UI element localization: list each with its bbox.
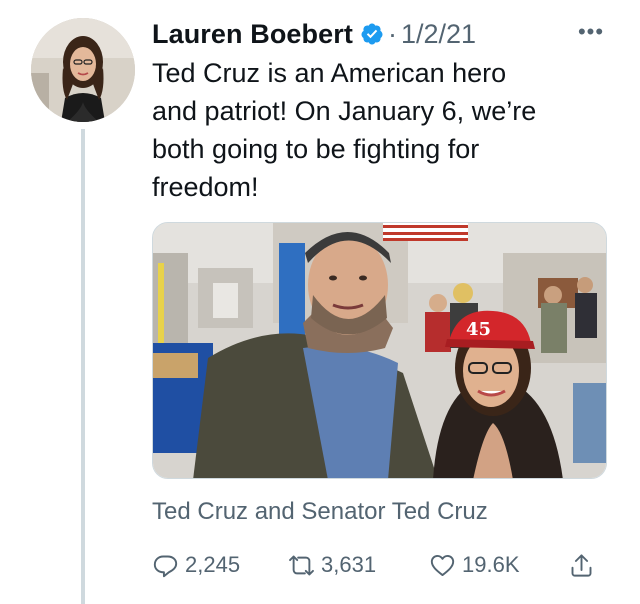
photo-caption: Ted Cruz and Senator Ted Cruz <box>152 498 488 525</box>
tweet-date[interactable]: 1/2/21 <box>401 19 476 50</box>
tweet-header: Lauren Boebert · 1/2/21 <box>152 16 476 52</box>
photo-image <box>153 223 606 478</box>
share-upload-icon <box>571 553 592 577</box>
reply-button[interactable]: 2,245 <box>152 548 240 582</box>
retweet-count: 3,631 <box>321 552 377 577</box>
like-button[interactable]: 19.6K <box>429 548 520 582</box>
share-button[interactable] <box>568 548 595 582</box>
tweet-text: Ted Cruz is an American hero and patriot… <box>152 58 537 202</box>
author-avatar[interactable] <box>31 18 135 122</box>
verified-badge-icon <box>361 23 383 45</box>
tweet-actions: 2,245 3,631 19.6K <box>152 548 607 582</box>
ellipsis-icon[interactable]: ••• <box>575 20 607 44</box>
avatar-photo <box>31 18 135 122</box>
header-separator: · <box>387 18 397 49</box>
like-count: 19.6K <box>462 552 520 577</box>
reply-count: 2,245 <box>185 552 241 577</box>
retweet-arrows-icon <box>289 555 314 575</box>
author-name[interactable]: Lauren Boebert <box>152 19 353 50</box>
thread-line <box>81 129 85 604</box>
heart-icon <box>430 554 455 576</box>
reply-bubble-icon <box>153 555 178 577</box>
cap-badge-text: 45 <box>466 319 492 340</box>
retweet-button[interactable]: 3,631 <box>288 548 376 582</box>
tweet-photo[interactable]: 45 <box>152 222 607 479</box>
